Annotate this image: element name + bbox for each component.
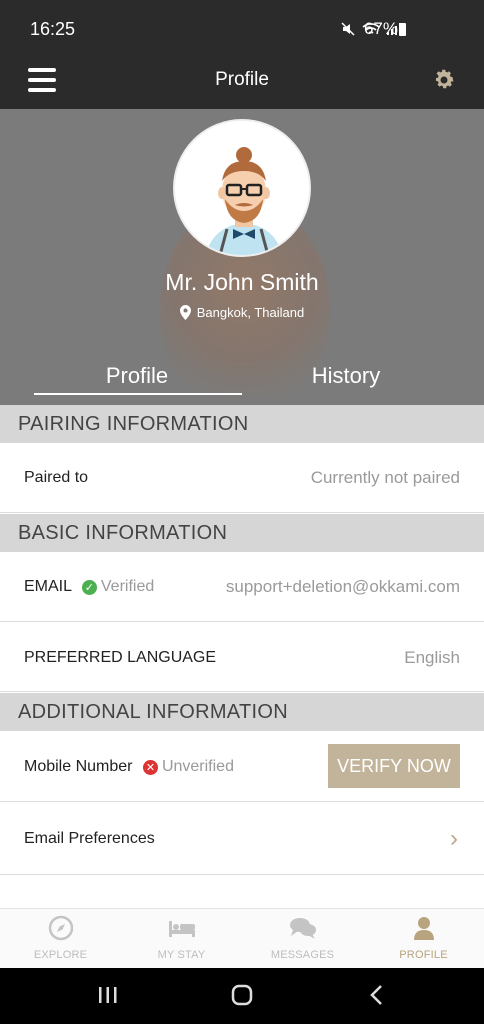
mobile-label-group: Mobile Number ✕ Unverified [24, 758, 234, 776]
mobile-status-text: Unverified [161, 758, 234, 775]
battery-icon [399, 23, 406, 36]
status-bar: 16:25 67% [0, 0, 484, 56]
location-text: Bangkok, Thailand [196, 305, 305, 320]
section-header-pairing: PAIRING INFORMATION [0, 405, 484, 443]
nav-messages[interactable]: MESSAGES [242, 915, 363, 961]
page-title: Profile [215, 69, 269, 90]
verify-now-button[interactable]: VERIFY NOW [328, 744, 460, 788]
location-pin-icon [179, 305, 191, 320]
recent-apps-button[interactable] [97, 984, 119, 1011]
gear-icon [436, 69, 454, 89]
section-header-additional: ADDITIONAL INFORMATION [0, 693, 484, 731]
email-status-text: Verified [100, 578, 155, 595]
battery-percent: 67% [363, 19, 398, 38]
system-navigation-bar [0, 968, 484, 1024]
email-label: EMAIL [24, 578, 72, 596]
user-location: Bangkok, Thailand [0, 305, 484, 320]
paired-to-value: Currently not paired [310, 468, 460, 487]
status-time: 16:25 [30, 19, 76, 39]
mute-icon [341, 22, 355, 36]
paired-to-label: Paired to [24, 469, 89, 486]
nav-explore[interactable]: EXPLORE [0, 915, 121, 961]
bottom-navigation: EXPLORE MY STAY MESSAGES PROFILE [0, 908, 484, 968]
nav-my-stay[interactable]: MY STAY [121, 915, 242, 961]
tab-profile[interactable]: Profile [34, 363, 240, 389]
email-value: support+deletion@okkami.com [225, 577, 460, 596]
language-label: PREFERRED LANGUAGE [24, 649, 217, 666]
language-row[interactable]: PREFERRED LANGUAGE English [0, 622, 484, 692]
compass-icon [48, 915, 73, 941]
email-preferences-label: Email Preferences [24, 830, 155, 847]
nav-explore-label: EXPLORE [33, 949, 88, 961]
app-bar: Profile [0, 56, 484, 109]
nav-profile-label: PROFILE [399, 949, 448, 961]
home-button[interactable] [231, 984, 253, 1011]
back-icon [370, 985, 382, 1005]
tab-history[interactable]: History [243, 363, 449, 389]
avatar-illustration [175, 121, 309, 255]
settings-button[interactable] [432, 68, 456, 92]
person-icon [413, 917, 434, 940]
user-name: Mr. John Smith [165, 269, 319, 295]
mobile-status: ✕ Unverified [142, 758, 234, 776]
section-header-basic: BASIC INFORMATION [0, 514, 484, 552]
nav-messages-label: MESSAGES [270, 949, 335, 961]
recent-apps-icon [99, 987, 117, 1003]
mobile-label: Mobile Number [24, 758, 133, 776]
x-circle-icon: ✕ [142, 759, 158, 775]
email-row: EMAIL ✓ Verified support+deletion@okkami… [0, 552, 484, 622]
chat-icon [289, 918, 316, 939]
back-button[interactable] [368, 984, 386, 1011]
home-icon [231, 984, 253, 1006]
nav-profile[interactable]: PROFILE [363, 915, 484, 961]
chevron-right-icon: › [450, 825, 458, 852]
email-label-group: EMAIL ✓ Verified [24, 578, 154, 596]
paired-to-row: Paired to Currently not paired [0, 443, 484, 513]
bed-icon [168, 921, 195, 937]
email-status: ✓ Verified [81, 578, 155, 596]
language-value: English [404, 648, 460, 667]
mobile-row: Mobile Number ✕ Unverified VERIFY NOW [0, 731, 484, 802]
active-tab-indicator [34, 393, 242, 395]
nav-my-stay-label: MY STAY [157, 949, 206, 961]
check-circle-icon: ✓ [81, 579, 97, 595]
email-preferences-row[interactable]: Email Preferences › [0, 802, 484, 875]
avatar[interactable] [173, 119, 311, 257]
profile-header: Mr. John Smith Bangkok, Thailand Profile… [0, 109, 484, 405]
